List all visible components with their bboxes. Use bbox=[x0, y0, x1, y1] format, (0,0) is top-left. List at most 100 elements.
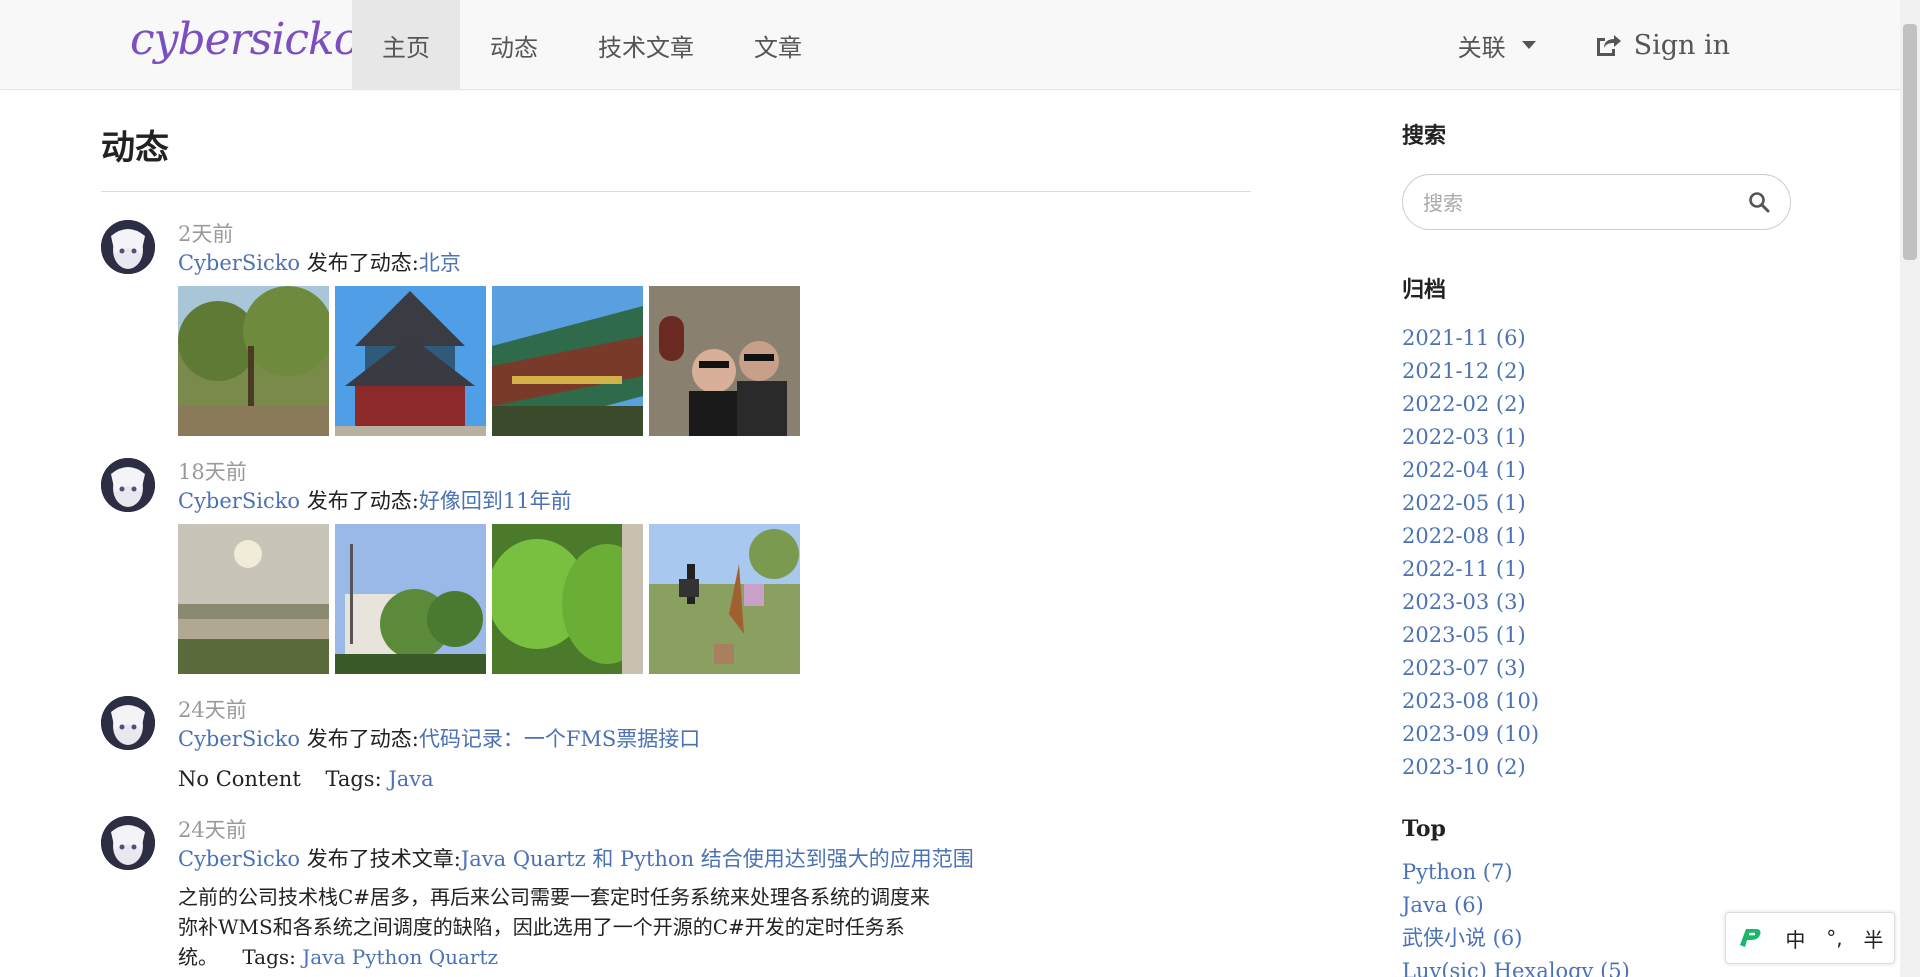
scrollbar-thumb[interactable] bbox=[1903, 24, 1917, 260]
nav-home[interactable]: 主页 bbox=[352, 0, 460, 90]
feed-subject-link[interactable]: 北京 bbox=[419, 251, 461, 275]
photo-thumbnail[interactable] bbox=[335, 286, 486, 436]
top-link[interactable]: Python (7) bbox=[1402, 860, 1513, 884]
archive-section: 归档 2021-11 (6) 2021-12 (2) 2022-02 (2) 2… bbox=[1402, 272, 1792, 784]
list-item: 2021-11 (6) bbox=[1402, 322, 1792, 355]
list-item: 2023-05 (1) bbox=[1402, 619, 1792, 652]
archive-link[interactable]: 2023-09 (10) bbox=[1402, 722, 1539, 746]
top-title: Top bbox=[1402, 816, 1446, 842]
related-dropdown[interactable]: 关联 bbox=[1458, 28, 1536, 63]
ime-mode[interactable]: 中 bbox=[1785, 924, 1805, 953]
feed-headline: CyberSicko 发布了技术文章:Java Quartz 和 Python … bbox=[178, 844, 1251, 874]
archive-link[interactable]: 2021-12 (2) bbox=[1402, 359, 1526, 383]
top-link[interactable]: Java (6) bbox=[1402, 893, 1484, 917]
tags-label: Tags: bbox=[325, 767, 382, 791]
archive-link[interactable]: 2022-04 (1) bbox=[1402, 458, 1526, 482]
list-item: 2023-08 (10) bbox=[1402, 685, 1792, 718]
list-item: Python (7) bbox=[1402, 856, 1792, 889]
feed-headline: CyberSicko 发布了动态:代码记录：一个FMS票据接口 bbox=[178, 724, 1251, 754]
photo-thumbnail[interactable] bbox=[492, 286, 643, 436]
feed-user-link[interactable]: CyberSicko bbox=[178, 727, 300, 751]
feed-time: 24天前 bbox=[178, 698, 247, 722]
photo-thumbnail[interactable] bbox=[178, 286, 329, 436]
feed-action: 发布了动态: bbox=[306, 251, 419, 275]
archive-link[interactable]: 2023-08 (10) bbox=[1402, 689, 1539, 713]
activity-feed: 2天前 CyberSicko 发布了动态:北京 18天前 CyberSicko … bbox=[101, 220, 1251, 972]
feed-subject-link[interactable]: 好像回到11年前 bbox=[419, 489, 572, 513]
archive-link[interactable]: 2023-05 (1) bbox=[1402, 623, 1526, 647]
nav-moments[interactable]: 动态 bbox=[460, 0, 568, 90]
ime-punct[interactable]: °, bbox=[1826, 926, 1842, 950]
sidebar: 搜索 归档 2021-11 (6) 2021-12 (2) 2022-02 (2… bbox=[1402, 118, 1792, 977]
ime-toolbar[interactable]: 中 °, 半 bbox=[1725, 912, 1895, 964]
list-item: 2023-07 (3) bbox=[1402, 652, 1792, 685]
feed-meta: No Content Tags: Java bbox=[178, 764, 1251, 794]
avatar[interactable] bbox=[101, 458, 155, 512]
feed-user-link[interactable]: CyberSicko bbox=[178, 489, 300, 513]
sign-in-link[interactable]: Sign in bbox=[1594, 30, 1730, 61]
archive-link[interactable]: 2023-03 (3) bbox=[1402, 590, 1526, 614]
list-item: 2023-09 (10) bbox=[1402, 718, 1792, 751]
list-item: 2021-12 (2) bbox=[1402, 355, 1792, 388]
feed-headline: CyberSicko 发布了动态:好像回到11年前 bbox=[178, 486, 1251, 516]
sign-in-icon bbox=[1596, 35, 1621, 56]
archive-link[interactable]: 2022-11 (1) bbox=[1402, 557, 1526, 581]
feed-headline: CyberSicko 发布了动态:北京 bbox=[178, 248, 1251, 278]
top-link[interactable]: 武侠小说 (6) bbox=[1402, 926, 1522, 950]
list-item: 2023-10 (2) bbox=[1402, 751, 1792, 784]
archive-title: 归档 bbox=[1402, 277, 1447, 303]
tag-link[interactable]: Java bbox=[388, 767, 433, 791]
list-item: 2022-08 (1) bbox=[1402, 520, 1792, 553]
nav-tech-articles[interactable]: 技术文章 bbox=[568, 0, 724, 90]
avatar[interactable] bbox=[101, 816, 155, 870]
photo-thumbnail[interactable] bbox=[492, 524, 643, 674]
list-item: 2022-11 (1) bbox=[1402, 553, 1792, 586]
archive-link[interactable]: 2022-02 (2) bbox=[1402, 392, 1526, 416]
feed-time: 2天前 bbox=[178, 222, 234, 246]
top-link[interactable]: Luv(sic) Hexalogy (5) bbox=[1402, 959, 1630, 977]
feed-item: 24天前 CyberSicko 发布了技术文章:Java Quartz 和 Py… bbox=[101, 816, 1251, 972]
search-box bbox=[1402, 174, 1791, 230]
ime-width[interactable]: 半 bbox=[1864, 924, 1884, 953]
photo-thumbnail[interactable] bbox=[649, 286, 800, 436]
archive-link[interactable]: 2022-03 (1) bbox=[1402, 425, 1526, 449]
photo-thumbnail[interactable] bbox=[178, 524, 329, 674]
caret-down-icon bbox=[1521, 41, 1536, 49]
main-content: 动态 2天前 CyberSicko 发布了动态:北京 18天前 CyberSic… bbox=[101, 120, 1251, 977]
feed-subject-link[interactable]: Java Quartz 和 Python 结合使用达到强大的应用范围 bbox=[461, 847, 974, 871]
archive-link[interactable]: 2022-08 (1) bbox=[1402, 524, 1526, 548]
feed-content: No Content bbox=[178, 767, 301, 791]
feed-action: 发布了动态: bbox=[306, 727, 419, 751]
feed-excerpt: 之前的公司技术栈C#居多，再后来公司需要一套定时任务系统来处理各系统的调度来弥补… bbox=[178, 882, 938, 972]
tag-link[interactable]: Java Python Quartz bbox=[302, 945, 498, 969]
photo-thumbnail[interactable] bbox=[335, 524, 486, 674]
feed-action: 发布了动态: bbox=[306, 489, 419, 513]
feed-action: 发布了技术文章: bbox=[306, 847, 461, 871]
photo-grid bbox=[178, 524, 1251, 674]
avatar[interactable] bbox=[101, 696, 155, 750]
feed-user-link[interactable]: CyberSicko bbox=[178, 251, 300, 275]
archive-link[interactable]: 2023-07 (3) bbox=[1402, 656, 1526, 680]
feed-user-link[interactable]: CyberSicko bbox=[178, 847, 300, 871]
top-navbar: cybersicko 主页 动态 技术文章 文章 关联 Sign in bbox=[0, 0, 1900, 90]
sign-in-label: Sign in bbox=[1633, 29, 1730, 61]
archive-link[interactable]: 2023-10 (2) bbox=[1402, 755, 1526, 779]
search-input[interactable] bbox=[1423, 187, 1733, 219]
archive-link[interactable]: 2022-05 (1) bbox=[1402, 491, 1526, 515]
brand-logo[interactable]: cybersicko bbox=[130, 14, 360, 65]
avatar[interactable] bbox=[101, 220, 155, 274]
feed-item: 24天前 CyberSicko 发布了动态:代码记录：一个FMS票据接口 No … bbox=[101, 696, 1251, 794]
list-item: 2023-03 (3) bbox=[1402, 586, 1792, 619]
nav-articles[interactable]: 文章 bbox=[724, 0, 832, 90]
archive-link[interactable]: 2021-11 (6) bbox=[1402, 326, 1526, 350]
photo-thumbnail[interactable] bbox=[649, 524, 800, 674]
page-scrollbar[interactable] bbox=[1900, 0, 1920, 977]
feed-subject-link[interactable]: 代码记录：一个FMS票据接口 bbox=[419, 727, 700, 751]
search-icon[interactable] bbox=[1748, 191, 1770, 213]
archive-list: 2021-11 (6) 2021-12 (2) 2022-02 (2) 2022… bbox=[1402, 322, 1792, 784]
list-item: 2022-02 (2) bbox=[1402, 388, 1792, 421]
feed-item: 18天前 CyberSicko 发布了动态:好像回到11年前 bbox=[101, 458, 1251, 674]
feed-time: 24天前 bbox=[178, 818, 247, 842]
main-nav: 主页 动态 技术文章 文章 bbox=[352, 0, 832, 90]
tags-label: Tags: bbox=[242, 945, 296, 969]
